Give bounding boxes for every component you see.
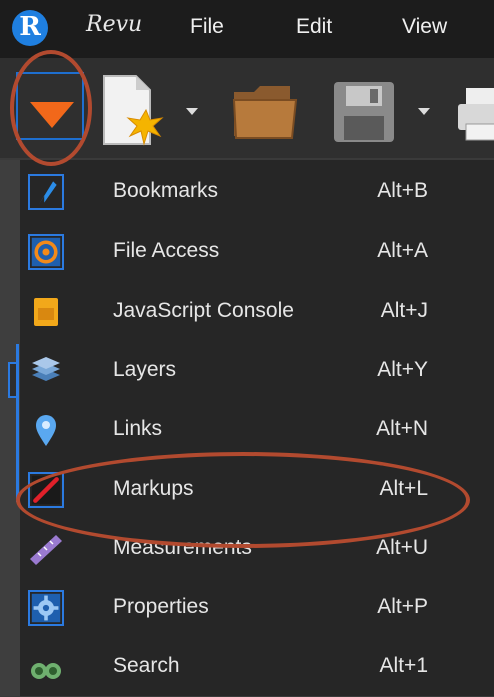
- floppy-disk-icon[interactable]: [332, 80, 396, 144]
- menu-item-label: File Access: [113, 239, 220, 262]
- menu-item-bookmarks[interactable]: Bookmarks Alt+B: [20, 162, 494, 222]
- menu-item-measurements[interactable]: Measurements Alt+U: [20, 519, 494, 579]
- ruler-icon: [30, 535, 62, 565]
- menu-item-shortcut: Alt+N: [376, 417, 428, 440]
- menu-edit[interactable]: Edit: [296, 15, 332, 39]
- menu-item-label: Markups: [113, 477, 194, 500]
- menu-item-label: Measurements: [113, 536, 252, 559]
- menu-item-layers[interactable]: Layers Alt+Y: [20, 341, 494, 401]
- binoculars-icon: [31, 663, 61, 679]
- bookmark-icon: [28, 174, 64, 210]
- toolbar: [0, 58, 494, 158]
- menu-item-shortcut: Alt+Y: [377, 358, 428, 381]
- folder-icon[interactable]: [232, 82, 298, 140]
- menu-item-label: Properties: [113, 595, 209, 618]
- javascript-icon: [34, 298, 58, 326]
- menu-item-shortcut: Alt+A: [377, 239, 428, 262]
- menu-item-shortcut: Alt+1: [379, 654, 428, 677]
- menu-item-label: Bookmarks: [113, 179, 219, 202]
- menu-item-label: JavaScript Console: [113, 299, 294, 322]
- layers-icon: [32, 357, 60, 381]
- menu-item-links[interactable]: Links Alt+N: [20, 400, 494, 460]
- new-document-icon[interactable]: [100, 74, 164, 148]
- new-document-dropdown-caret-icon[interactable]: [186, 108, 198, 115]
- menu-item-search[interactable]: Search Alt+1: [20, 637, 494, 697]
- menu-item-label: Layers: [113, 358, 177, 381]
- menu-item-shortcut: Alt+L: [379, 477, 428, 500]
- brand-name: Revu: [86, 12, 143, 37]
- menu-view[interactable]: View: [402, 15, 447, 39]
- file-access-icon: [28, 234, 64, 270]
- menu-item-shortcut: Alt+P: [377, 595, 428, 618]
- menu-dropdown-button[interactable]: [16, 72, 84, 140]
- menu-item-label: Search: [113, 654, 180, 677]
- printer-icon[interactable]: [458, 84, 494, 142]
- menu-bar: R Revu File Edit View: [0, 0, 494, 58]
- menu-item-shortcut: Alt+J: [380, 299, 428, 322]
- menu-file[interactable]: File: [190, 15, 224, 39]
- gear-icon: [28, 590, 64, 626]
- orange-down-triangle-icon: [30, 102, 74, 128]
- menu-item-shortcut: Alt+B: [377, 179, 428, 202]
- menu-item-markups[interactable]: Markups Alt+L: [20, 460, 494, 520]
- menu-item-properties[interactable]: Properties Alt+P: [20, 578, 494, 638]
- menu-item-label: Links: [113, 417, 163, 440]
- side-panel-strip: [0, 160, 20, 696]
- markup-pen-icon: [28, 472, 64, 508]
- menu-item-javascript-console[interactable]: JavaScript Console Alt+J: [20, 282, 494, 342]
- menu-item-shortcut: Alt+U: [376, 536, 428, 559]
- link-pin-icon: [36, 415, 56, 446]
- save-dropdown-caret-icon[interactable]: [418, 108, 430, 115]
- panel-tab[interactable]: [8, 362, 18, 398]
- menu-item-file-access[interactable]: File Access Alt+A: [20, 222, 494, 282]
- logo-letter: R: [19, 12, 41, 42]
- revu-logo-icon[interactable]: R: [12, 10, 48, 46]
